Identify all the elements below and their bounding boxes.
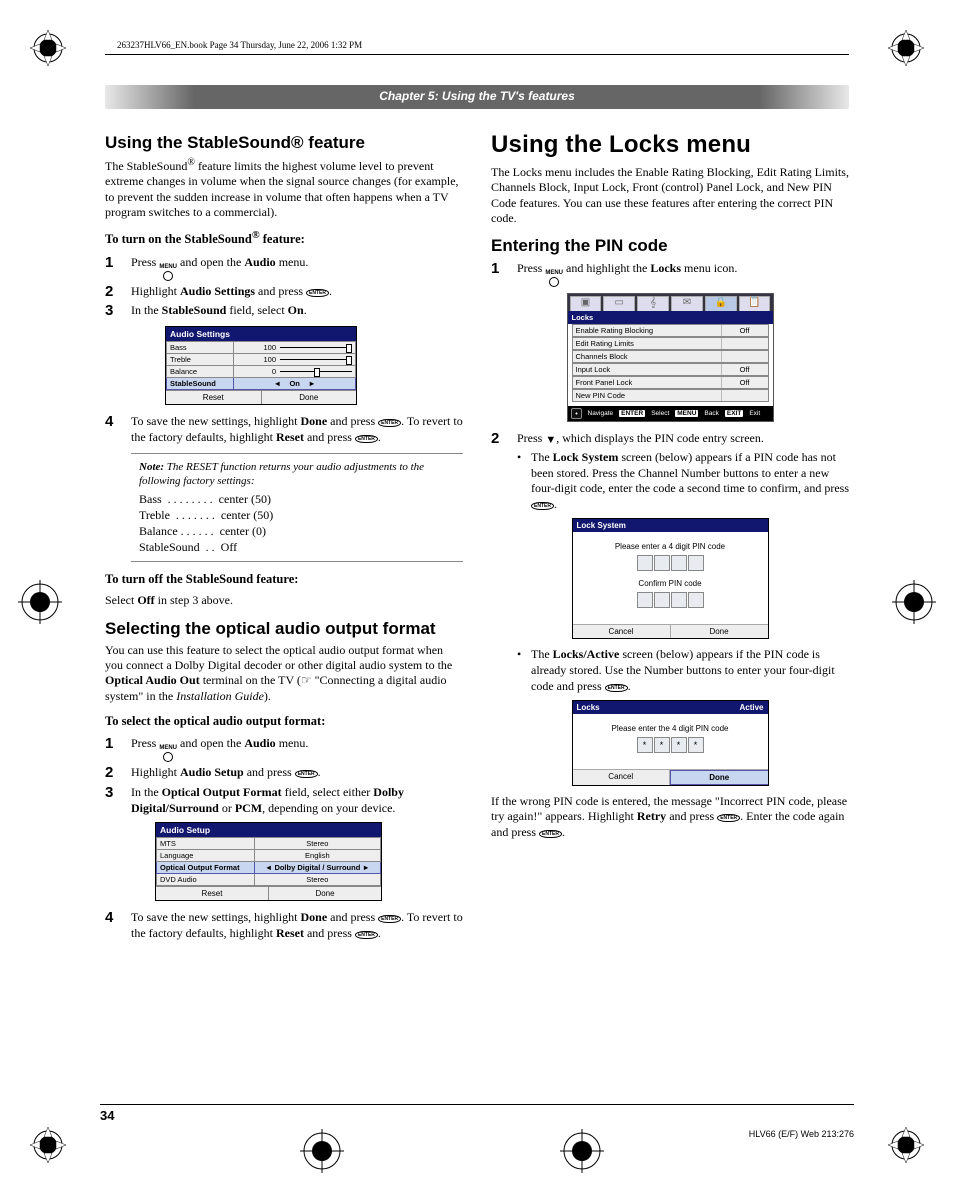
footer-rule (100, 1104, 854, 1105)
registration-mark-icon (300, 1129, 344, 1173)
enter-button-icon: ENTER (355, 931, 378, 939)
para: If the wrong PIN code is entered, the me… (491, 794, 849, 840)
registration-mark-icon (560, 1129, 604, 1173)
crop-mark-icon (888, 30, 924, 66)
osd-audio-setup: Audio Setup MTSStereo LanguageEnglish Op… (155, 822, 382, 901)
footer-right: HLV66 (E/F) Web 213:276 (749, 1129, 854, 1139)
menu-button-icon: MENU (159, 745, 177, 762)
enter-button-icon: ENTER (355, 435, 378, 443)
step-1: 1 Press MENU and open the Audio menu. (105, 254, 463, 281)
running-rule (105, 54, 849, 55)
heading-optical: Selecting the optical audio output forma… (105, 619, 463, 639)
osd-nav-bar: Navigate ENTERSelect MENUBack EXITExit (568, 406, 773, 421)
step-4: 4 To save the new settings, highlight Do… (105, 413, 463, 445)
crop-mark-icon (30, 1127, 66, 1163)
heading-stablesound: Using the StableSound® feature (105, 133, 463, 153)
tab-icon: ▣ (570, 296, 602, 311)
osd-title: Locks (568, 311, 773, 324)
heading-locks: Using the Locks menu (491, 131, 849, 159)
left-column: Using the StableSound® feature The Stabl… (105, 123, 463, 943)
down-arrow-icon: ▼ (545, 433, 556, 448)
dpad-icon (571, 408, 582, 419)
lead-select-optical: To select the optical audio output forma… (105, 714, 463, 729)
step-3b: 3 In the Optical Output Format field, se… (105, 784, 463, 816)
osd-cancel: Cancel (573, 770, 671, 785)
tab-icon: ✉ (671, 296, 703, 311)
osd-title: Locks Active (573, 701, 768, 714)
menu-button-icon: MENU (545, 270, 563, 287)
osd-title: Lock System (573, 519, 768, 532)
osd-cancel: Cancel (573, 625, 671, 638)
step-2b: 2 Highlight Audio Setup and press ENTER. (105, 764, 463, 782)
enter-button-icon: ENTER (605, 684, 628, 692)
step-r1: 1 Press MENU and highlight the Locks men… (491, 260, 849, 287)
bullet-lock-system: • The Lock System screen (below) appears… (517, 450, 849, 512)
note-box: Note: The RESET function returns your au… (131, 453, 463, 562)
chapter-title: Chapter 5: Using the TV's features (379, 89, 575, 103)
tab-icon: ▭ (603, 296, 635, 311)
enter-button-icon: ENTER (539, 830, 562, 838)
step-4b: 4 To save the new settings, highlight Do… (105, 909, 463, 941)
para: The StableSound® feature limits the high… (105, 157, 463, 220)
para: You can use this feature to select the o… (105, 643, 463, 704)
para: The Locks menu includes the Enable Ratin… (491, 165, 849, 226)
osd-locks-menu: ▣ ▭ 𝄞 ✉ 🔒 📋 Locks Enable Rating Blocking… (567, 293, 774, 422)
registration-mark-icon (18, 580, 62, 624)
osd-reset: Reset (156, 887, 269, 900)
heading-pin: Entering the PIN code (491, 236, 849, 256)
tab-icon: 𝄞 (637, 296, 669, 311)
lead-turn-on: To turn on the StableSound® feature: (105, 230, 463, 247)
bullet-locks-active: • The Locks/Active screen (below) appear… (517, 647, 849, 694)
crop-mark-icon (888, 1127, 924, 1163)
crop-mark-icon (30, 30, 66, 66)
enter-button-icon: ENTER (378, 915, 401, 923)
page: 263237HLV66_EN.book Page 34 Thursday, Ju… (0, 0, 954, 1193)
osd-done: Done (671, 625, 768, 638)
osd-done: Done (670, 770, 768, 785)
osd-audio-settings: Audio Settings Bass100 Treble100 Balance… (165, 326, 357, 405)
osd-done: Done (262, 391, 357, 404)
registration-mark-icon (892, 580, 936, 624)
osd-reset: Reset (166, 391, 262, 404)
menu-button-icon: MENU (159, 264, 177, 281)
right-column: Using the Locks menu The Locks menu incl… (491, 123, 849, 943)
step-1b: 1 Press MENU and open the Audio menu. (105, 735, 463, 762)
osd-title: Audio Settings (166, 327, 356, 341)
enter-button-icon: ENTER (531, 502, 554, 510)
osd-done: Done (269, 887, 381, 900)
osd-locks-active: Locks Active Please enter the 4 digit PI… (572, 700, 769, 786)
lead-turn-off: To turn off the StableSound feature: (105, 572, 463, 587)
osd-lock-system: Lock System Please enter a 4 digit PIN c… (572, 518, 769, 639)
step-r2: 2 Press ▼, which displays the PIN code e… (491, 430, 849, 448)
chapter-title-band: Chapter 5: Using the TV's features (105, 85, 849, 109)
two-column-layout: Using the StableSound® feature The Stabl… (105, 123, 849, 943)
enter-button-icon: ENTER (378, 419, 401, 427)
pointer-icon: ☞ (301, 673, 312, 687)
step-3: 3 In the StableSound field, select On. (105, 302, 463, 320)
page-number: 34 (100, 1108, 114, 1123)
tab-lock-icon: 🔒 (705, 296, 737, 311)
enter-button-icon: ENTER (295, 770, 318, 778)
tab-icon: 📋 (739, 296, 771, 311)
osd-title: Audio Setup (156, 823, 381, 837)
enter-button-icon: ENTER (717, 814, 740, 822)
running-head: 263237HLV66_EN.book Page 34 Thursday, Ju… (117, 40, 909, 50)
para: Select Off in step 3 above. (105, 593, 463, 608)
step-2: 2 Highlight Audio Settings and press ENT… (105, 283, 463, 301)
enter-button-icon: ENTER (306, 289, 329, 297)
